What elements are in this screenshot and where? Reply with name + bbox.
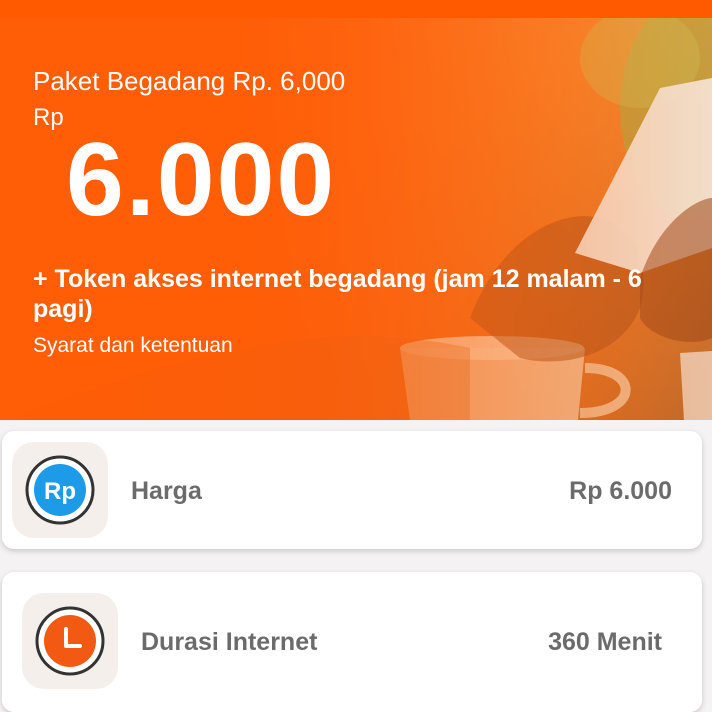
top-accent-bar [0,0,712,18]
plan-title: Paket Begadang Rp. 6,000 [33,66,346,96]
duration-icon-tile [22,593,118,689]
price-value: Rp 6.000 [569,477,672,505]
plan-price: 6.000 [66,122,337,238]
price-card: Rp Harga Rp 6.000 [2,431,702,549]
terms-link[interactable]: Syarat dan ketentuan [33,334,233,358]
duration-card: Durasi Internet 360 Menit [2,572,702,712]
duration-label: Durasi Internet [141,628,318,656]
price-icon-tile: Rp [12,442,108,538]
clock-icon [35,606,105,676]
token-description: + Token akses internet begadang (jam 12 … [33,265,642,323]
promo-banner: Paket Begadang Rp. 6,000 Rp 6.000 + Toke… [0,18,712,420]
rupiah-icon: Rp [25,455,95,525]
duration-value: 360 Menit [548,628,662,656]
price-label: Harga [131,477,202,505]
svg-text:Rp: Rp [44,478,76,505]
price-currency: Rp [33,104,64,131]
